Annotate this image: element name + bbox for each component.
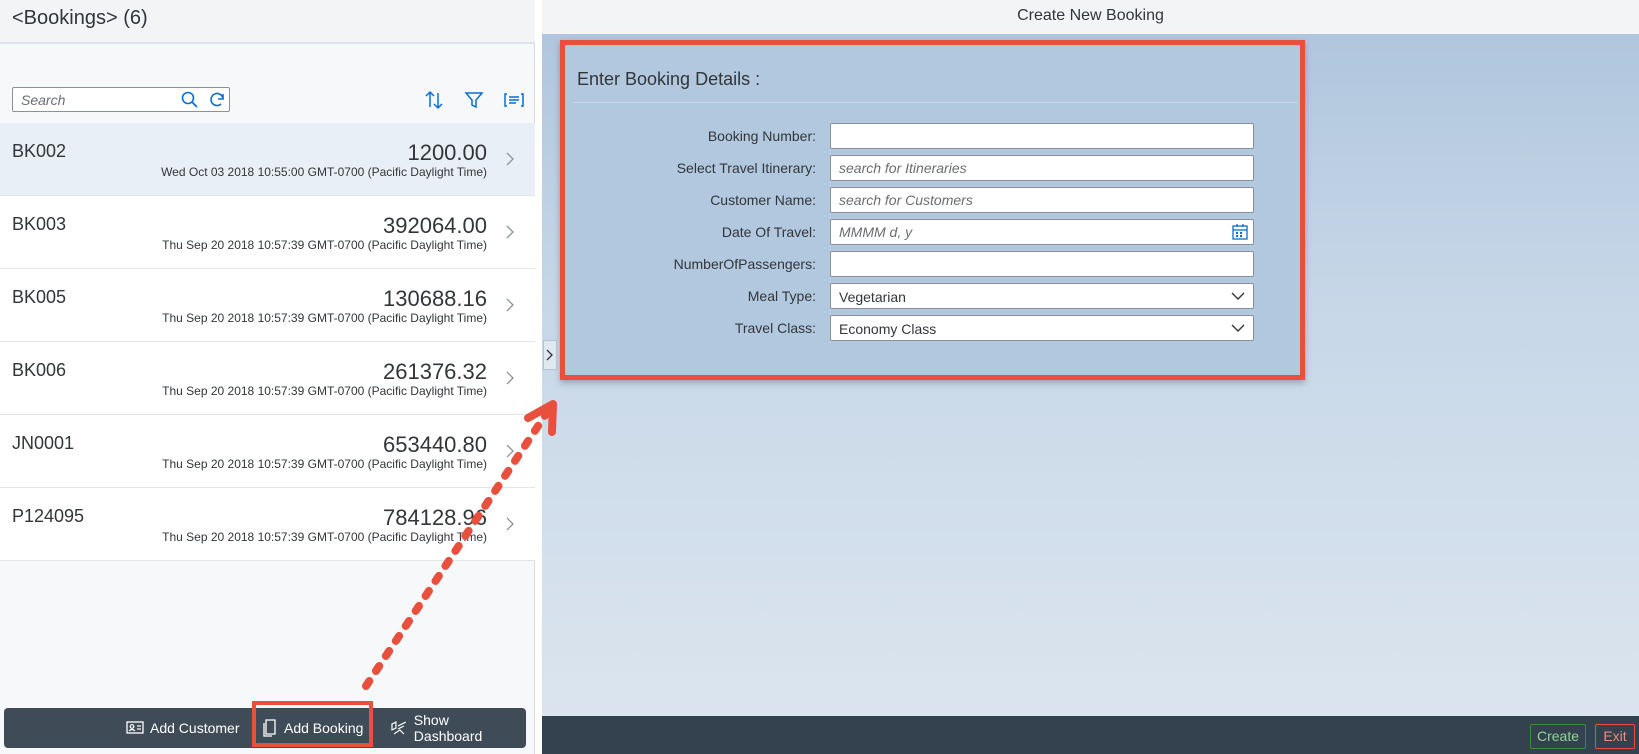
- itinerary-label: Select Travel Itinerary:: [676, 160, 816, 176]
- chevron-right-icon: [506, 444, 514, 458]
- chevron-right-icon: [506, 152, 514, 166]
- booking-id: BK002: [12, 141, 67, 161]
- collapse-master-toggle[interactable]: [543, 340, 557, 370]
- chevron-down-icon: [1231, 292, 1245, 300]
- itinerary-row: Select Travel Itinerary:: [565, 155, 1300, 181]
- travel-class-select[interactable]: Economy Class: [830, 315, 1254, 341]
- booking-form-panel: Enter Booking Details : Booking Number: …: [560, 40, 1305, 380]
- customer-input[interactable]: [830, 187, 1254, 213]
- search-input[interactable]: [13, 88, 173, 111]
- booking-list: BK002 1200.00 Wed Oct 03 2018 10:55:00 G…: [0, 123, 535, 561]
- meal-type-row: Meal Type: Vegetarian: [565, 283, 1300, 309]
- booking-amount: 1200.00: [407, 140, 487, 165]
- chevron-right-icon: [546, 349, 553, 361]
- exit-button[interactable]: Exit: [1595, 724, 1635, 749]
- list-item[interactable]: JN0001 653440.80 Thu Sep 20 2018 10:57:3…: [0, 415, 535, 488]
- customer-card-icon: [126, 721, 144, 734]
- list-item[interactable]: BK005 130688.16 Thu Sep 20 2018 10:57:39…: [0, 269, 535, 342]
- booking-amount: 261376.32: [383, 359, 487, 384]
- customer-label: Customer Name:: [710, 192, 816, 208]
- sort-icon[interactable]: [422, 88, 446, 112]
- meal-type-value: Vegetarian: [839, 289, 906, 305]
- booking-amount: 130688.16: [383, 286, 487, 311]
- booking-date: Thu Sep 20 2018 10:57:39 GMT-0700 (Pacif…: [162, 311, 487, 325]
- booking-id: BK006: [12, 360, 67, 380]
- show-dashboard-label: Show Dashboard: [413, 712, 483, 744]
- booking-id: BK003: [12, 214, 67, 234]
- travel-class-value: Economy Class: [839, 321, 937, 337]
- group-icon[interactable]: [502, 88, 526, 112]
- search-field: [12, 87, 230, 112]
- form-title: Enter Booking Details :: [577, 69, 761, 89]
- chevron-right-icon: [506, 517, 514, 531]
- add-customer-label: Add Customer: [150, 720, 240, 736]
- list-item[interactable]: P124095 784128.96 Thu Sep 20 2018 10:57:…: [0, 488, 535, 561]
- meal-type-select[interactable]: Vegetarian: [830, 283, 1254, 309]
- date-label: Date Of Travel:: [721, 224, 816, 240]
- meal-type-label: Meal Type:: [747, 288, 816, 304]
- detail-pane: Create New Booking Enter Booking Details…: [542, 0, 1639, 754]
- booking-amount: 784128.96: [383, 505, 487, 530]
- booking-date: Wed Oct 03 2018 10:55:00 GMT-0700 (Pacif…: [161, 165, 487, 179]
- app-root: <Bookings> (6) BK002 1200.00 Wed Oct 03 …: [0, 0, 1639, 754]
- booking-id: JN0001: [12, 433, 75, 453]
- passengers-label: NumberOfPassengers:: [673, 256, 816, 272]
- booking-amount: 392064.00: [383, 213, 487, 238]
- add-booking-button[interactable]: Add Booking: [256, 714, 369, 742]
- calendar-icon[interactable]: [1231, 223, 1249, 241]
- master-pane: <Bookings> (6) BK002 1200.00 Wed Oct 03 …: [0, 0, 535, 754]
- booking-date: Thu Sep 20 2018 10:57:39 GMT-0700 (Pacif…: [162, 384, 487, 398]
- create-button[interactable]: Create: [1530, 724, 1586, 749]
- date-picker-input[interactable]: [830, 219, 1254, 245]
- list-item[interactable]: BK006 261376.32 Thu Sep 20 2018 10:57:39…: [0, 342, 535, 415]
- booking-date: Thu Sep 20 2018 10:57:39 GMT-0700 (Pacif…: [162, 530, 487, 544]
- master-header: <Bookings> (6): [0, 0, 535, 44]
- form-divider: [573, 102, 1298, 103]
- chevron-right-icon: [506, 298, 514, 312]
- detail-title: Create New Booking: [1017, 7, 1164, 24]
- add-customer-button[interactable]: Add Customer: [120, 714, 245, 742]
- booking-id: P124095: [12, 506, 85, 526]
- booking-date: Thu Sep 20 2018 10:57:39 GMT-0700 (Pacif…: [162, 238, 487, 252]
- filter-icon[interactable]: [462, 88, 486, 112]
- itinerary-input[interactable]: [830, 155, 1254, 181]
- booking-amount: 653440.80: [383, 432, 487, 457]
- date-row: Date Of Travel:: [565, 219, 1300, 245]
- customer-row: Customer Name:: [565, 187, 1300, 213]
- show-dashboard-button[interactable]: Show Dashboard: [384, 712, 526, 744]
- travel-class-label: Travel Class:: [734, 320, 816, 336]
- booking-id: BK005: [12, 287, 67, 307]
- detail-header: Create New Booking: [542, 0, 1639, 34]
- dashboard-icon: [391, 721, 407, 735]
- search-icon[interactable]: [180, 90, 202, 110]
- travel-class-row: Travel Class: Economy Class: [565, 315, 1300, 341]
- list-item[interactable]: BK002 1200.00 Wed Oct 03 2018 10:55:00 G…: [0, 123, 535, 196]
- passengers-input[interactable]: [830, 251, 1254, 277]
- refresh-icon[interactable]: [207, 90, 229, 110]
- booking-doc-icon: [263, 719, 276, 737]
- chevron-right-icon: [506, 371, 514, 385]
- booking-number-input[interactable]: [830, 123, 1254, 149]
- booking-number-row: Booking Number:: [565, 123, 1300, 149]
- master-title: <Bookings> (6): [12, 7, 148, 29]
- chevron-down-icon: [1231, 324, 1245, 332]
- detail-footer-toolbar: Create Exit: [542, 716, 1639, 754]
- booking-date: Thu Sep 20 2018 10:57:39 GMT-0700 (Pacif…: [162, 457, 487, 471]
- chevron-right-icon: [506, 225, 514, 239]
- booking-number-label: Booking Number:: [707, 128, 816, 144]
- passengers-row: NumberOfPassengers:: [565, 251, 1300, 277]
- add-booking-label: Add Booking: [284, 720, 364, 736]
- list-item[interactable]: BK003 392064.00 Thu Sep 20 2018 10:57:39…: [0, 196, 535, 269]
- master-footer-toolbar: Add Customer Add Booking Show Dashboard: [4, 708, 526, 748]
